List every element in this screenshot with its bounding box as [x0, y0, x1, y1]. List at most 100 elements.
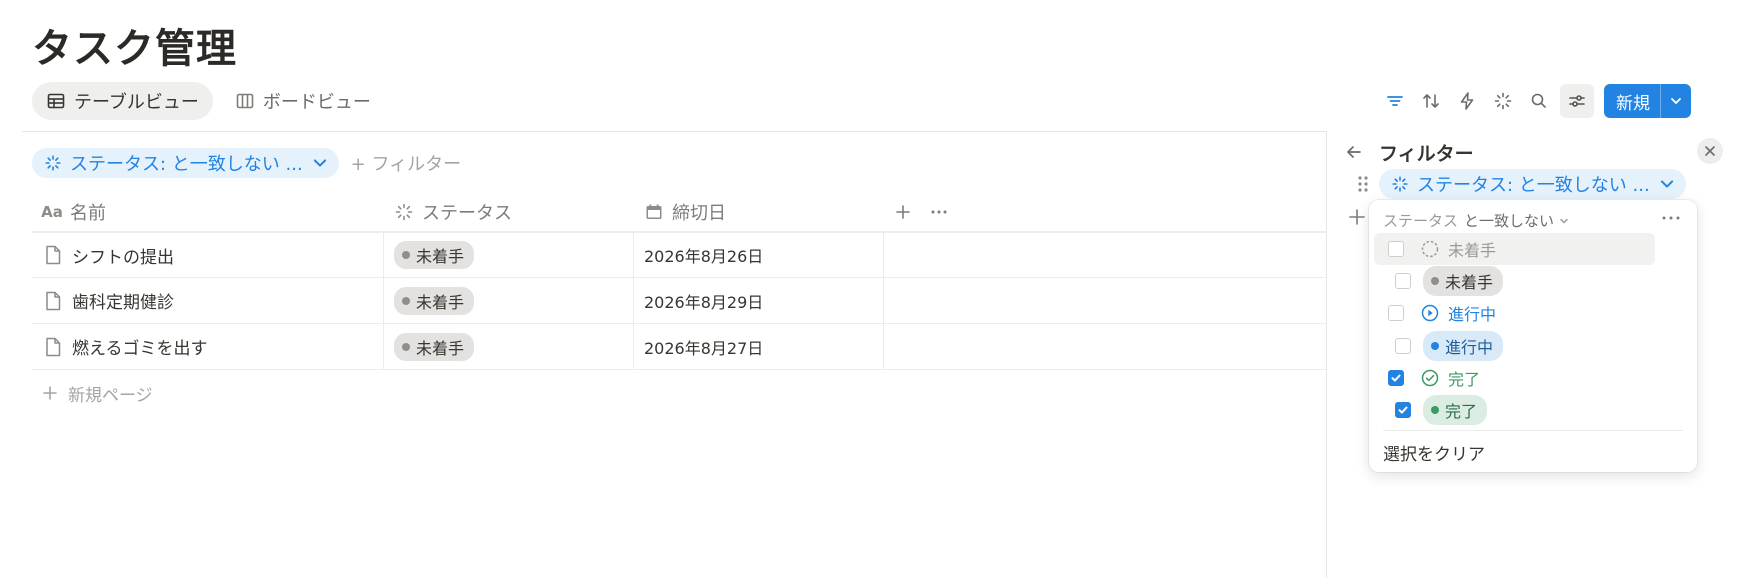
- dropdown-divider: [1383, 430, 1683, 431]
- option-in-progress-group[interactable]: 進行中: [1388, 297, 1655, 329]
- plus-icon: [43, 386, 57, 400]
- name-cell[interactable]: 歯科定期健診: [32, 278, 384, 323]
- tab-board-view[interactable]: ボードビュー: [221, 82, 385, 120]
- table-row[interactable]: 歯科定期健診 未着手 2026年8月29日: [32, 278, 1326, 324]
- option-todo-group[interactable]: 未着手: [1374, 233, 1655, 265]
- status-icon: [45, 155, 61, 171]
- dropdown-header: ステータス と一致しない: [1383, 210, 1683, 231]
- settings-button[interactable]: [1560, 84, 1594, 118]
- filter-rule-chip[interactable]: ステータス: と一致しない ...: [1379, 169, 1686, 199]
- status-label: 未着手: [416, 292, 465, 312]
- status-label: 未着手: [416, 338, 465, 358]
- status-dot: [402, 296, 410, 305]
- column-header-actions: [884, 192, 1326, 231]
- status-dot: [402, 251, 410, 259]
- due-cell[interactable]: 2026年8月29日: [634, 278, 884, 323]
- page-icon: [46, 291, 61, 310]
- board-icon: [236, 93, 254, 109]
- status-icon: [395, 203, 413, 220]
- column-header-status[interactable]: ステータス: [384, 192, 634, 231]
- tab-label: テーブルビュー: [74, 92, 199, 113]
- option-done-group[interactable]: 完了: [1388, 362, 1655, 394]
- column-label: 名前: [70, 202, 106, 224]
- row-name: シフトの提出: [72, 247, 174, 268]
- chevron-down-icon: [1560, 218, 1568, 223]
- filter-bar: ステータス: と一致しない ... + フィルター: [32, 148, 461, 178]
- name-cell[interactable]: シフトの提出: [32, 233, 384, 277]
- new-dropdown-button[interactable]: [1661, 84, 1691, 118]
- close-button[interactable]: [1697, 138, 1723, 164]
- status-label: 未着手: [416, 247, 465, 266]
- add-rule-icon[interactable]: [1347, 207, 1367, 227]
- status-icon: [1494, 92, 1512, 110]
- column-label: 締切日: [672, 202, 726, 224]
- option-checkbox[interactable]: [1388, 241, 1404, 257]
- empty-cell: [884, 324, 1326, 369]
- table-row[interactable]: 燃えるゴミを出す 未着手 2026年8月27日: [32, 324, 1326, 370]
- close-icon: [1705, 146, 1715, 156]
- calendar-icon: [646, 204, 662, 219]
- status-icon: [1392, 176, 1408, 192]
- option-checkbox[interactable]: [1388, 305, 1404, 321]
- status-dot: [402, 342, 410, 351]
- filter-chip-label: ステータス: と一致しない ...: [70, 154, 303, 175]
- more-icon[interactable]: [1659, 208, 1683, 228]
- settings-icon: [1569, 95, 1585, 107]
- status-cell[interactable]: 未着手: [384, 278, 634, 323]
- automation-button[interactable]: [1452, 85, 1482, 117]
- done-status-icon: [1421, 369, 1439, 387]
- status-cell[interactable]: 未着手: [384, 324, 634, 369]
- status-dot: [1431, 406, 1439, 414]
- add-filter-button[interactable]: + フィルター: [351, 150, 461, 176]
- property-label: ステータス: [1383, 212, 1459, 230]
- tasks-table: Aa 名前 ステータス 締切日 シフトの提出 未着手 2026年8月26日 歯科…: [32, 192, 1326, 416]
- in-progress-icon: [1421, 304, 1439, 322]
- divider: [22, 131, 1326, 132]
- option-checkbox[interactable]: [1395, 402, 1411, 418]
- option-done-value[interactable]: 完了: [1395, 394, 1655, 426]
- status-cell[interactable]: 未着手: [384, 233, 634, 277]
- name-cell[interactable]: 燃えるゴミを出す: [32, 324, 384, 369]
- toolbar: 新規: [1380, 84, 1691, 118]
- column-header-due[interactable]: 締切日: [634, 192, 884, 231]
- tab-table-view[interactable]: テーブルビュー: [32, 82, 213, 120]
- clear-selection-button[interactable]: 選択をクリア: [1383, 440, 1485, 465]
- due-cell[interactable]: 2026年8月26日: [634, 233, 884, 277]
- option-checkbox[interactable]: [1395, 338, 1411, 354]
- status-dot: [1431, 342, 1439, 350]
- todo-status-icon: [1421, 240, 1439, 258]
- filter-panel-title: フィルター: [1379, 142, 1474, 165]
- option-checkbox[interactable]: [1395, 273, 1411, 289]
- chevron-down-icon: [1671, 98, 1681, 104]
- back-arrow-icon[interactable]: [1343, 141, 1365, 163]
- page-title: タスク管理: [32, 26, 237, 72]
- row-name: 燃えるゴミを出す: [72, 339, 208, 359]
- due-date: 2026年8月27日: [644, 338, 764, 358]
- more-icon[interactable]: [930, 203, 948, 221]
- search-button[interactable]: [1524, 85, 1554, 117]
- table-icon: [47, 93, 65, 109]
- option-in-progress-value[interactable]: 進行中: [1395, 330, 1655, 362]
- status-badge: 完了: [1423, 395, 1488, 425]
- status-filter-chip[interactable]: ステータス: と一致しない ...: [32, 148, 339, 178]
- empty-cell: [884, 233, 1326, 277]
- filter-button[interactable]: [1380, 85, 1410, 117]
- new-page-button[interactable]: 新規ページ: [32, 370, 1326, 416]
- option-todo-value[interactable]: 未着手: [1395, 265, 1655, 297]
- new-button-main[interactable]: 新規: [1604, 84, 1661, 118]
- drag-handle-icon[interactable]: [1355, 173, 1371, 195]
- condition-label: と一致しない: [1464, 212, 1555, 230]
- status-button[interactable]: [1488, 85, 1518, 117]
- sort-button[interactable]: [1416, 85, 1446, 117]
- option-label: 未着手: [1448, 241, 1497, 260]
- status-badge: 未着手: [394, 332, 475, 361]
- filter-panel-header: フィルター: [1343, 135, 1723, 169]
- add-column-icon[interactable]: [894, 203, 912, 221]
- table-row[interactable]: シフトの提出 未着手 2026年8月26日: [32, 232, 1326, 278]
- condition-select[interactable]: と一致しない: [1464, 210, 1570, 231]
- option-checkbox[interactable]: [1388, 370, 1404, 386]
- due-cell[interactable]: 2026年8月27日: [634, 324, 884, 369]
- column-header-name[interactable]: Aa 名前: [32, 192, 384, 231]
- page-icon: [46, 245, 61, 265]
- filter-rule: ステータス: と一致しない ...: [1355, 169, 1686, 199]
